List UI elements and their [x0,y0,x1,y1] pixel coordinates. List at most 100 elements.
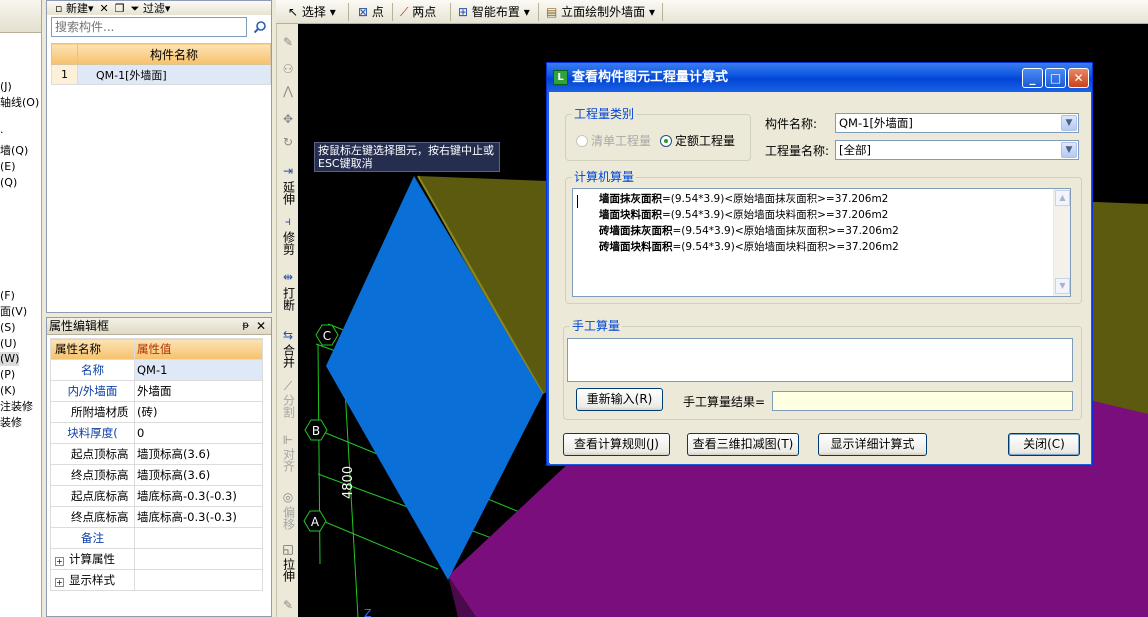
tree-item-selected[interactable]: (W) [0,352,20,366]
list-quantity-radio[interactable]: 清单工程量 [576,132,651,149]
scroll-down-icon[interactable]: ▼ [1055,278,1070,294]
table-row[interactable]: 1 QM-1[外墙面] [51,64,271,85]
quota-quantity-radio[interactable]: 定额工程量 [660,132,735,149]
property-value[interactable]: 外墙面 [134,380,263,402]
component-name-select[interactable]: QM-1[外墙面] ▼ [835,113,1079,133]
tree-item[interactable]: 墙(Q) [0,144,28,158]
dialog-title-bar[interactable]: L 查看构件图元工程量计算式 _ □ ✕ [547,63,1092,92]
svg-text:C: C [323,329,331,343]
two-points-tool-button[interactable]: ⟋ 两点 [400,3,436,21]
tree-item[interactable]: (J) [0,80,12,94]
new-component-button[interactable]: ▫ 新建▾ [55,1,94,15]
extend-button[interactable]: 延伸 [280,181,296,208]
tree-item[interactable]: (Q) [0,176,17,190]
pin-icon[interactable]: ᵽ [242,318,249,334]
property-value[interactable] [134,527,263,549]
property-name: 起点顶标高 [50,443,135,465]
move-icon[interactable]: ✥ [281,112,295,126]
axis-bubble-c: C [315,324,339,346]
show-detail-formula-button[interactable]: 显示详细计算式 [818,433,927,456]
search-button[interactable] [250,17,270,37]
property-value[interactable]: 墙底标高-0.3(-0.3) [134,506,263,528]
smart-layout-button[interactable]: ⊞ 智能布置 ▾ [458,3,530,21]
component-name-cell[interactable]: QM-1[外墙面] [77,64,271,85]
property-value[interactable]: 墙顶标高(3.6) [134,464,263,486]
tree-item[interactable]: (U) [0,337,17,351]
minimize-button[interactable]: _ [1022,68,1043,88]
copy-icon[interactable]: ⚇ [281,62,295,76]
brush-icon[interactable]: ✎ [281,35,295,49]
property-group[interactable]: + 计算属性 [50,548,135,570]
property-name: 起点底标高 [50,485,135,507]
property-row[interactable]: 起点底标高 墙底标高-0.3(-0.3) [50,485,263,507]
property-row[interactable]: 名称 QM-1 [50,359,263,381]
property-row[interactable]: 起点顶标高 墙顶标高(3.6) [50,443,263,465]
property-row[interactable]: 终点顶标高 墙顶标高(3.6) [50,464,263,486]
filter-button[interactable]: ⏷ 过滤▾ [131,1,171,15]
quantity-name-select[interactable]: [全部] ▼ [835,140,1079,160]
close-button[interactable]: 关闭(C) [1008,433,1080,456]
toolbar-separator [662,3,663,21]
property-value[interactable]: 0 [134,422,263,444]
break-icon: ⇹ [282,270,294,284]
tree-item[interactable]: (S) [0,321,16,335]
pen-icon[interactable]: ✎ [281,598,295,612]
point-tool-button[interactable]: ⊠ 点 [358,3,384,21]
property-value[interactable]: 墙底标高-0.3(-0.3) [134,485,263,507]
select-tool-button[interactable]: ↖ 选择 ▾ [288,3,336,21]
delete-icon[interactable]: ✕ [100,2,109,15]
property-value[interactable]: (砖) [134,401,263,423]
property-group-row[interactable]: + 计算属性 [50,548,263,570]
break-button[interactable]: 打断 [280,287,296,314]
manual-result-field[interactable] [772,391,1073,411]
view-rules-button[interactable]: 查看计算规则(J) [563,433,670,456]
tree-item[interactable]: 注装修 [0,400,33,414]
close-icon[interactable]: ✕ [256,318,266,334]
reenter-button[interactable]: 重新输入(R) [576,388,663,411]
rotate-icon[interactable]: ↻ [281,135,295,149]
property-panel: 属性编辑框 ᵽ ✕ 属性名称 属性值 名称 QM-1 内/外墙面 外墙面 所附墙… [46,317,272,617]
tree-item[interactable]: (P) [0,368,15,382]
stretch-button[interactable]: 拉伸 [280,558,296,585]
property-row[interactable]: 所附墙材质 (砖) [50,401,263,423]
expand-icon[interactable]: + [55,578,64,587]
app-icon: L [553,70,568,85]
trim-button[interactable]: 修剪 [280,231,296,258]
property-row[interactable]: 内/外墙面 外墙面 [50,380,263,402]
property-row[interactable]: 备注 [50,527,263,549]
scroll-up-icon[interactable]: ▲ [1055,190,1070,206]
close-window-button[interactable]: ✕ [1068,68,1089,88]
property-group-row[interactable]: + 显示样式 [50,569,263,591]
mirror-icon[interactable]: ⋀ [281,84,295,98]
property-row[interactable]: 块料厚度( 0 [50,422,263,444]
list-quantity-label: 清单工程量 [591,134,652,148]
tree-item[interactable]: (F) [0,289,15,303]
tree-item[interactable]: (E) [0,160,16,174]
copy-icon[interactable]: ❐ [115,2,125,15]
tree-item[interactable]: (K) [0,384,16,398]
property-value[interactable]: QM-1 [134,359,263,381]
property-group[interactable]: + 显示样式 [50,569,135,591]
view-3d-deduction-button[interactable]: 查看三维扣减图(T) [687,433,799,456]
tree-item[interactable]: 面(V) [0,305,27,319]
align-button[interactable]: 对齐 [280,448,296,475]
chevron-down-icon[interactable]: ▼ [1061,142,1077,158]
chevron-down-icon[interactable]: ▼ [1061,115,1077,131]
component-search-input[interactable] [51,17,247,37]
merge-button[interactable]: 合并 [280,344,296,371]
property-row[interactable]: 终点底标高 墙底标高-0.3(-0.3) [50,506,263,528]
manual-calc-textarea[interactable] [567,338,1073,382]
computer-calc-textarea[interactable]: 墙面抹灰面积=(9.54*3.9)<原始墙面抹灰面积>=37.206m2 墙面块… [572,188,1071,297]
tree-item[interactable]: 轴线(O) [0,96,39,110]
maximize-button[interactable]: □ [1045,68,1066,88]
property-name: 终点顶标高 [50,464,135,486]
offset-button[interactable]: 偏移 [280,506,296,533]
calc-line: 砖墙面块料面积=(9.54*3.9)<原始墙面块料面积>=37.206m2 [599,241,899,253]
expand-icon[interactable]: + [55,557,64,566]
property-value[interactable]: 墙顶标高(3.6) [134,443,263,465]
split-button[interactable]: 分割 [280,394,296,421]
elevation-draw-wall-button[interactable]: ▤ 立面绘制外墙面 ▾ [546,3,655,21]
toolbar-separator [538,3,539,21]
tree-item[interactable]: 装修 [0,416,22,430]
vertical-scrollbar[interactable]: ▲ ▼ [1053,189,1070,296]
